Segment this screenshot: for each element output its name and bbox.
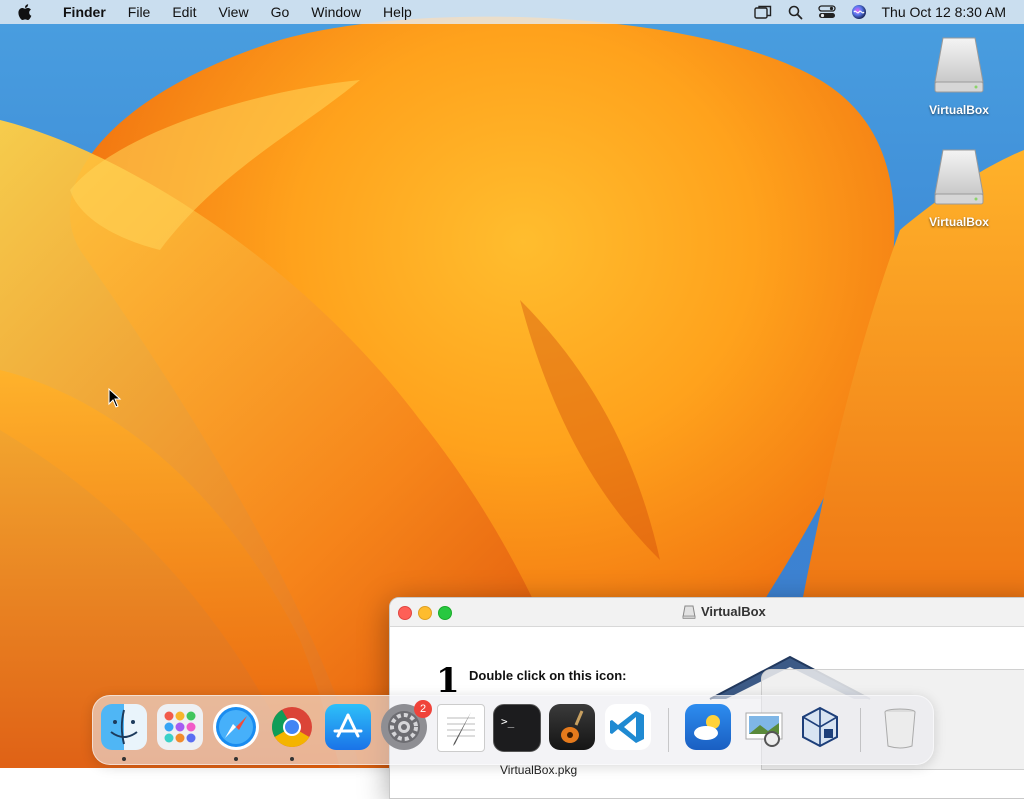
dock-item-chrome[interactable] xyxy=(268,704,316,761)
siri-icon[interactable] xyxy=(843,0,875,24)
window-title: VirtualBox xyxy=(682,604,766,619)
launchpad-icon xyxy=(157,704,203,750)
apple-menu-icon[interactable] xyxy=(0,3,52,21)
dock-item-trash[interactable] xyxy=(876,704,924,752)
dock-item-app-store[interactable] xyxy=(324,704,372,752)
external-drive-icon xyxy=(934,149,984,205)
desktop-icon-label: VirtualBox xyxy=(929,215,989,229)
dock-item-garageband[interactable] xyxy=(548,704,596,752)
running-indicator xyxy=(234,757,238,761)
dock-item-textedit[interactable] xyxy=(436,704,485,752)
menu-view[interactable]: View xyxy=(207,0,259,24)
terminal-icon: >_ xyxy=(493,704,541,752)
dock-item-virtualbox[interactable] xyxy=(796,704,844,752)
vscode-icon xyxy=(605,704,651,750)
menu-go[interactable]: Go xyxy=(260,0,301,24)
menu-bar-clock[interactable]: Thu Oct 12 8:30 AM xyxy=(875,4,1024,20)
notification-badge: 2 xyxy=(414,700,432,718)
menu-bar: Finder File Edit View Go Window Help Thu… xyxy=(0,0,1024,24)
preview-icon xyxy=(741,704,787,750)
menu-window[interactable]: Window xyxy=(300,0,372,24)
external-drive-icon xyxy=(934,37,984,93)
desktop-icon-virtualbox-2[interactable]: VirtualBox xyxy=(919,146,999,229)
chrome-icon xyxy=(269,704,315,750)
control-center-icon[interactable] xyxy=(811,0,843,24)
window-title-text: VirtualBox xyxy=(701,604,766,619)
app-store-icon xyxy=(325,704,371,750)
dock-separator xyxy=(860,708,861,752)
running-indicator xyxy=(290,757,294,761)
virtualbox-icon xyxy=(797,704,843,750)
step-instruction: Double click on this icon: xyxy=(469,668,627,683)
package-label[interactable]: VirtualBox.pkg xyxy=(500,763,577,777)
dock-item-finder[interactable] xyxy=(100,704,148,761)
menu-file[interactable]: File xyxy=(117,0,162,24)
dock-item-vscode[interactable] xyxy=(604,704,652,752)
window-titlebar[interactable]: VirtualBox xyxy=(390,598,1024,627)
safari-icon xyxy=(213,704,259,750)
disk-image-icon xyxy=(682,605,696,619)
finder-icon xyxy=(101,704,147,750)
textedit-icon xyxy=(437,704,485,752)
dock: 2 >_ xyxy=(92,695,934,765)
svg-text:>_: >_ xyxy=(501,715,515,728)
menu-help[interactable]: Help xyxy=(372,0,423,24)
window-close-button[interactable] xyxy=(398,606,412,620)
dock-item-launchpad[interactable] xyxy=(156,704,204,752)
window-minimize-button[interactable] xyxy=(418,606,432,620)
search-icon[interactable] xyxy=(779,0,811,24)
desktop-icon-virtualbox-1[interactable]: VirtualBox xyxy=(919,34,999,117)
dock-item-terminal[interactable]: >_ xyxy=(492,704,541,752)
menu-app-finder[interactable]: Finder xyxy=(52,0,117,24)
weather-icon xyxy=(685,704,731,750)
screen-mirroring-icon[interactable] xyxy=(747,0,779,24)
dock-item-weather[interactable] xyxy=(684,704,732,752)
dock-item-system-settings[interactable]: 2 xyxy=(380,700,432,752)
menu-edit[interactable]: Edit xyxy=(161,0,207,24)
dock-separator xyxy=(668,708,669,752)
dock-item-preview[interactable] xyxy=(740,704,788,752)
dock-item-safari[interactable] xyxy=(212,704,260,761)
running-indicator xyxy=(122,757,126,761)
garageband-icon xyxy=(549,704,595,750)
desktop-icon-label: VirtualBox xyxy=(929,103,989,117)
window-zoom-button[interactable] xyxy=(438,606,452,620)
mouse-cursor-icon xyxy=(108,387,122,413)
trash-icon xyxy=(877,704,923,750)
